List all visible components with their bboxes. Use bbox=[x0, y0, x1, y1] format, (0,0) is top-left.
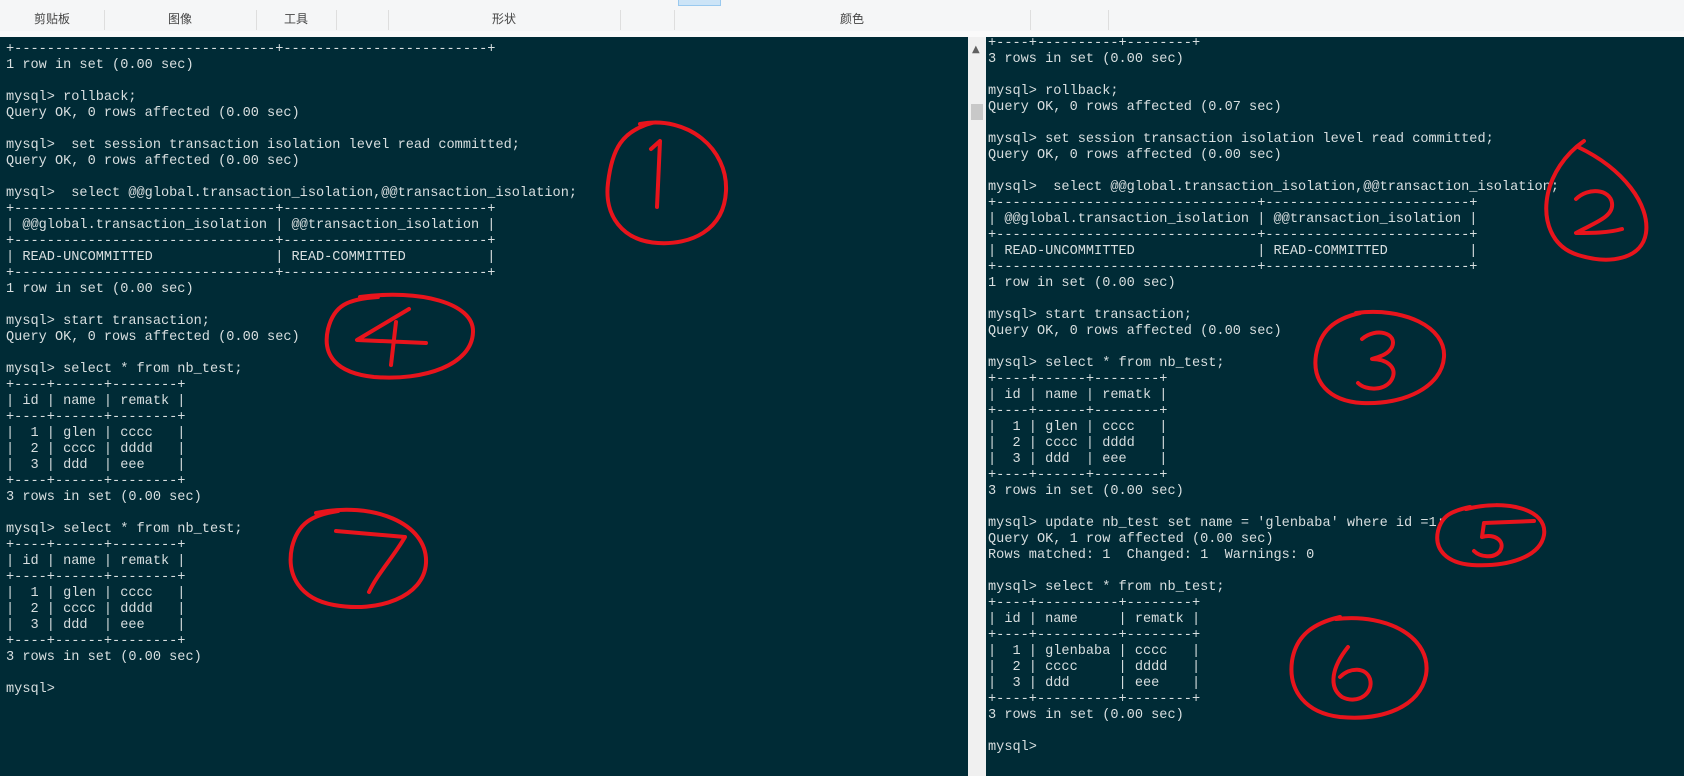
ribbon-group-label: 图像 bbox=[167, 12, 192, 26]
ribbon-group-label: 剪贴板 bbox=[33, 12, 70, 26]
left-terminal-window[interactable]: +--------------------------------+------… bbox=[0, 37, 968, 776]
annotation-number-2 bbox=[1574, 189, 1624, 235]
left-terminal-output: +--------------------------------+------… bbox=[6, 42, 578, 697]
ribbon-group-edit-colors[interactable] bbox=[1030, 10, 1109, 30]
scroll-up-arrow-icon[interactable]: ▲ bbox=[972, 44, 980, 55]
ribbon-group-clipboard[interactable]: 剪贴板 bbox=[0, 10, 105, 30]
ribbon-group-label: 形状 bbox=[491, 12, 516, 26]
ribbon-group-shapes[interactable]: 形状 bbox=[388, 10, 621, 30]
pane-gutter bbox=[968, 37, 986, 776]
ribbon-group-label: 颜色 bbox=[839, 12, 864, 26]
ribbon-group-size[interactable] bbox=[620, 10, 675, 30]
ribbon-group-label: 工具 bbox=[283, 12, 308, 26]
selected-tab-indicator bbox=[678, 0, 721, 6]
scrollbar-thumb[interactable] bbox=[971, 104, 983, 120]
ribbon-group-brushes[interactable] bbox=[336, 10, 389, 30]
annotation-number-1 bbox=[649, 139, 662, 209]
right-terminal-window[interactable]: +----+----------+--------+ 3 rows in set… bbox=[986, 37, 1684, 776]
annotation-circle-1 bbox=[605, 120, 729, 246]
ribbon-toolbar: 剪贴板 图像 工具 形状 颜色 bbox=[0, 0, 1684, 32]
ribbon-group-image[interactable]: 图像 bbox=[104, 10, 257, 30]
ribbon-group-tools[interactable]: 工具 bbox=[256, 10, 337, 30]
right-terminal-output: +----+----------+--------+ 3 rows in set… bbox=[988, 37, 1560, 755]
annotation-circle-2 bbox=[1544, 139, 1649, 262]
ribbon-group-colors[interactable]: 颜色 bbox=[674, 10, 1031, 30]
